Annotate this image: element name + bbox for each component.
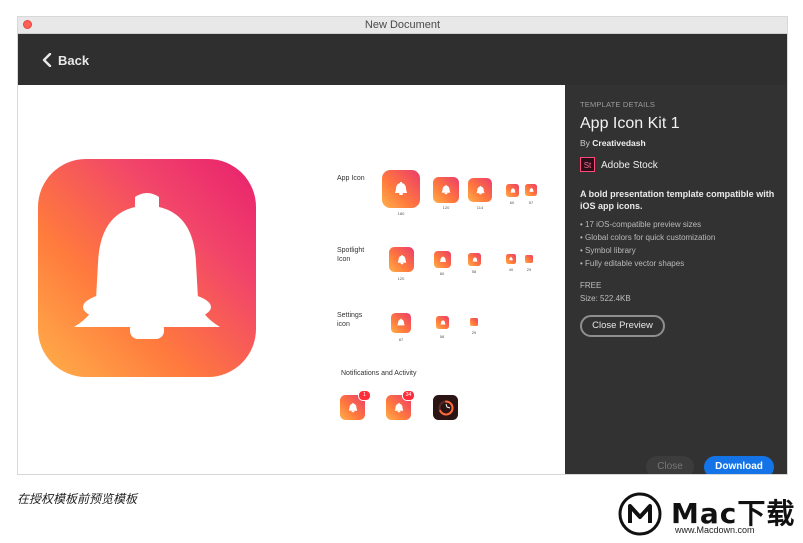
bell-icon: [397, 318, 405, 326]
feature-item: 17 iOS-compatible preview sizes: [580, 218, 780, 231]
file-size: Size: 522.4KB: [580, 294, 631, 303]
template-details-panel: TEMPLATE DETAILS App Icon Kit 1 By Creat…: [565, 85, 787, 474]
app-icon-large: [38, 159, 256, 377]
template-author: By Creativedash: [580, 138, 646, 148]
bell-icon: [74, 193, 220, 339]
dialog-toolbar: Back: [18, 34, 787, 86]
app-icon-60: [506, 184, 519, 197]
author-name[interactable]: Creativedash: [592, 138, 645, 148]
settings-icon-87: [391, 313, 411, 333]
app-icon-114: [468, 178, 492, 202]
window-title: New Document: [364, 19, 441, 31]
row-label-settings: Settings icon: [337, 312, 363, 328]
bell-icon: [476, 185, 484, 194]
size-label: 58: [471, 269, 477, 274]
adobe-stock-logo: St: [580, 157, 595, 172]
author-prefix: By: [580, 138, 590, 148]
size-label: 29: [526, 267, 532, 272]
caption: 在授权模板前预览模板: [17, 492, 138, 506]
size-label: 58: [439, 334, 445, 339]
section-heading: TEMPLATE DETAILS: [580, 100, 656, 109]
ring-icon: [438, 399, 454, 415]
m-logo-icon: [618, 492, 662, 536]
watermark-url: www.Macdown.com: [675, 525, 755, 535]
template-description: A bold presentation template compatible …: [580, 189, 775, 211]
bell-icon: [509, 256, 513, 261]
settings-icon-58: [436, 316, 449, 329]
close-preview-button[interactable]: Close Preview: [580, 315, 665, 337]
row-label-spotlight: Spotlight Icon: [337, 247, 365, 263]
new-document-dialog: New Document Back App Icon 180 120 114 6…: [18, 17, 787, 474]
adobe-stock-label: Adobe Stock: [601, 160, 658, 171]
bell-icon: [441, 185, 451, 195]
app-icon-120: [433, 177, 459, 203]
spotlight-icon-29: [525, 255, 533, 263]
row-label-notifications: Notifications and Activity: [341, 370, 417, 377]
bell-icon: [397, 254, 406, 264]
download-button[interactable]: Download: [704, 456, 774, 474]
feature-list: 17 iOS-compatible preview sizes Global c…: [580, 218, 780, 270]
bell-icon: [472, 256, 477, 262]
bell-icon: [348, 402, 357, 412]
spotlight-icon-80: [434, 251, 451, 268]
size-label: 120: [397, 276, 405, 281]
app-icon-180: [382, 170, 420, 208]
feature-item: Global colors for quick customization: [580, 231, 780, 244]
feature-item: Fully editable vector shapes: [580, 257, 780, 270]
bell-icon: [439, 256, 446, 262]
size-label: 29: [471, 330, 477, 335]
activity-icon: [433, 395, 458, 420]
back-label: Back: [58, 52, 90, 68]
price-label: FREE: [580, 281, 602, 290]
bell-icon: [440, 319, 445, 325]
template-title: App Icon Kit 1: [580, 115, 680, 132]
spotlight-icon-120: [389, 247, 414, 272]
app-icon-57: [525, 184, 537, 196]
size-label: 120: [442, 205, 450, 210]
size-label: 180: [397, 211, 405, 216]
spotlight-icon-58: [468, 253, 481, 266]
title-bar: New Document: [18, 17, 787, 34]
notification-badge: 1: [358, 390, 371, 401]
bell-icon: [394, 402, 403, 412]
notification-badge: 34: [402, 390, 415, 401]
size-label: 87: [398, 337, 404, 342]
bell-icon: [395, 182, 407, 195]
template-preview: App Icon 180 120 114 60 57 Spotlight Ico…: [18, 85, 565, 474]
back-button[interactable]: Back: [42, 49, 89, 71]
feature-item: Symbol library: [580, 244, 780, 257]
close-button[interactable]: Close: [646, 456, 694, 474]
size-label: 114: [476, 205, 484, 210]
settings-icon-29: [470, 318, 478, 326]
row-label-app-icon: App Icon: [337, 175, 365, 182]
bell-icon: [528, 187, 534, 192]
spotlight-icon-40: [506, 254, 516, 264]
size-label: 80: [439, 271, 445, 276]
size-label: 57: [528, 200, 534, 205]
bell-icon: [510, 187, 515, 193]
chevron-left-icon: [42, 53, 52, 67]
watermark: Mac下载 www.Macdown.com: [617, 491, 797, 537]
